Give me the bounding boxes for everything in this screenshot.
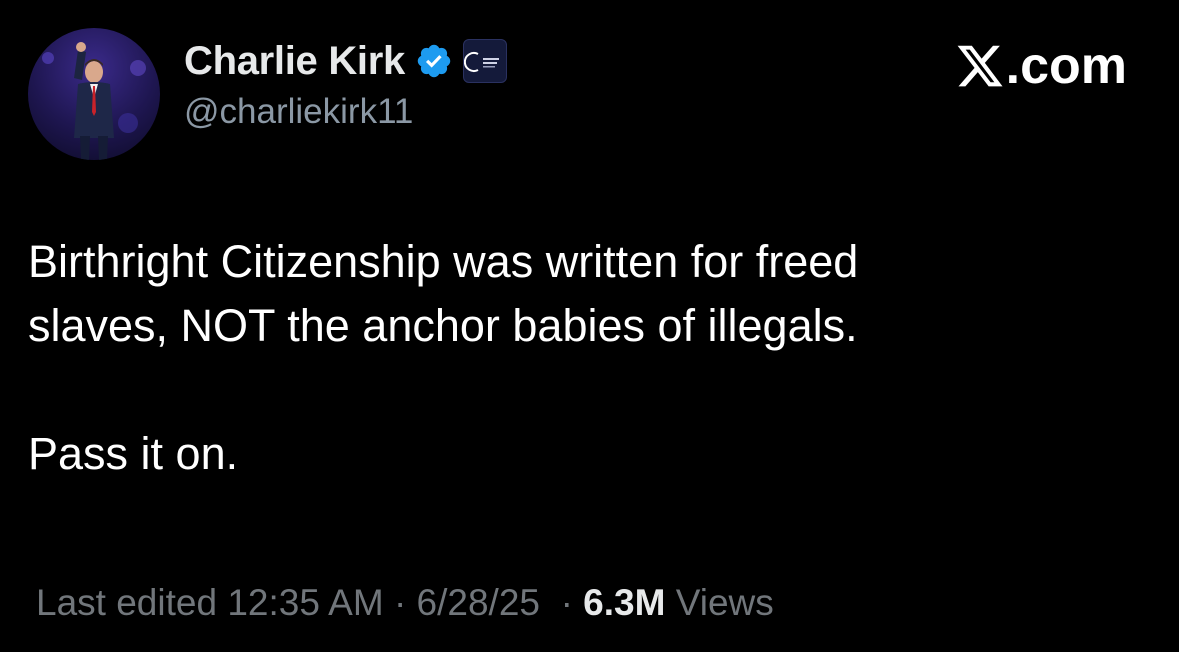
author-name-row: Charlie Kirk	[184, 36, 507, 86]
site-domain-label: .com	[1005, 37, 1127, 95]
edited-label[interactable]: Last edited	[36, 582, 217, 623]
turning-point-usa-logo-icon[interactable]	[462, 39, 507, 83]
tweet-text-line: slaves, NOT the anchor babies of illegal…	[28, 300, 858, 351]
avatar-image-icon	[42, 42, 146, 160]
separator-dot: ·	[560, 582, 573, 623]
x-logo-icon	[955, 41, 1005, 91]
author-handle[interactable]: @charliekirk11	[184, 92, 413, 132]
separator-dot: ·	[393, 582, 407, 623]
tweet-text-line: Birthright Citizenship was written for f…	[28, 236, 859, 287]
tweet-text-line: Pass it on.	[28, 428, 239, 479]
tweet-text: Birthright Citizenship was written for f…	[28, 230, 1128, 486]
timestamp-time[interactable]: 12:35 AM	[227, 582, 383, 623]
tweet-card: Charlie Kirk @charliekirk11 .com Birthri	[0, 0, 1179, 652]
timestamp-date[interactable]: 6/28/25	[417, 582, 540, 623]
tweet-metadata: Last edited 12:35 AM · 6/28/25 · 6.3M Vi…	[36, 582, 774, 624]
views-label[interactable]: Views	[676, 582, 774, 623]
display-name[interactable]: Charlie Kirk	[184, 39, 405, 84]
verified-badge-icon[interactable]	[415, 42, 453, 80]
site-logo: .com	[955, 36, 1127, 96]
views-count[interactable]: 6.3M	[583, 582, 665, 623]
avatar[interactable]	[28, 28, 160, 160]
